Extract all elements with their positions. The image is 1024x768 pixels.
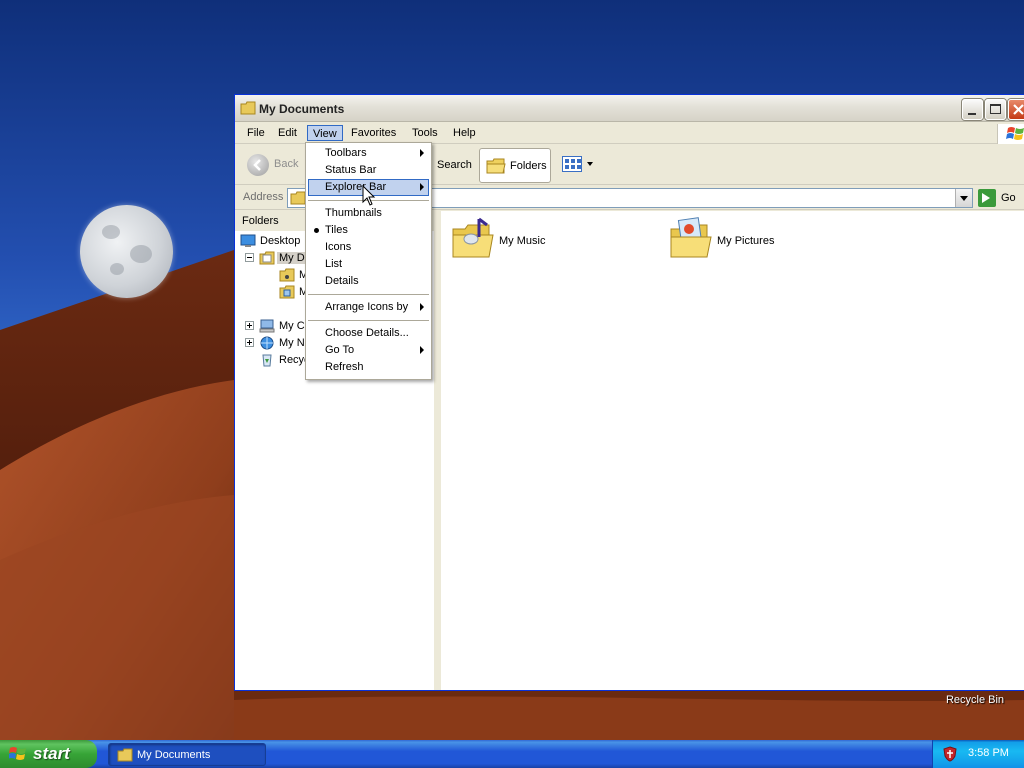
back-button[interactable]: Back bbox=[245, 153, 311, 177]
search-label: Search bbox=[437, 159, 472, 171]
menu-help[interactable]: Help bbox=[447, 126, 482, 142]
back-label: Back bbox=[274, 158, 299, 170]
my-documents-folder-icon bbox=[259, 251, 275, 265]
submenu-arrow-icon bbox=[420, 303, 424, 311]
address-dropdown-button[interactable] bbox=[955, 189, 972, 207]
clock: 3:58 PM bbox=[968, 747, 1009, 759]
go-button[interactable]: Go bbox=[977, 188, 1024, 208]
view-menu-dropdown: Toolbars Status Bar Explorer Bar Thumbna… bbox=[305, 142, 432, 380]
view-menu-refresh[interactable]: Refresh bbox=[308, 359, 429, 376]
start-button[interactable]: start bbox=[0, 740, 97, 768]
view-menu-toolbars[interactable]: Toolbars bbox=[308, 145, 429, 162]
desktop-icon bbox=[240, 234, 256, 247]
window-title: My Documents bbox=[259, 102, 345, 116]
view-menu-go-to[interactable]: Go To bbox=[308, 342, 429, 359]
menu-tools[interactable]: Tools bbox=[406, 126, 444, 142]
menu-favorites[interactable]: Favorites bbox=[345, 126, 402, 142]
back-arrow-icon bbox=[247, 154, 269, 176]
views-button[interactable] bbox=[560, 153, 594, 177]
windows-flag-icon bbox=[1006, 127, 1024, 140]
minimize-button[interactable] bbox=[962, 99, 983, 120]
view-menu-arrange-icons-by[interactable]: Arrange Icons by bbox=[308, 299, 429, 316]
close-button[interactable] bbox=[1008, 99, 1024, 120]
view-menu-icons[interactable]: Icons bbox=[308, 239, 429, 256]
security-shield-icon[interactable] bbox=[943, 746, 957, 762]
view-menu-status-bar[interactable]: Status Bar bbox=[308, 162, 429, 179]
view-menu-details[interactable]: Details bbox=[308, 273, 429, 290]
chevron-down-icon bbox=[960, 196, 968, 201]
submenu-arrow-icon bbox=[420, 346, 424, 354]
tile-label: My Pictures bbox=[717, 235, 775, 247]
title-bar[interactable]: My Documents bbox=[235, 95, 1024, 122]
menu-separator bbox=[308, 294, 429, 295]
folders-pane-title: Folders bbox=[242, 215, 279, 227]
start-label: start bbox=[33, 744, 70, 763]
taskbar-button-label: My Documents bbox=[137, 749, 211, 761]
view-menu-thumbnails[interactable]: Thumbnails bbox=[308, 205, 429, 222]
music-folder-icon bbox=[452, 217, 494, 258]
windows-logo bbox=[997, 124, 1024, 144]
go-label: Go bbox=[1001, 192, 1016, 204]
tree-collapse-button[interactable] bbox=[245, 253, 254, 262]
my-music-folder-icon bbox=[279, 268, 295, 282]
menu-separator bbox=[308, 320, 429, 321]
folder-icon bbox=[240, 101, 256, 115]
submenu-arrow-icon bbox=[420, 183, 424, 191]
tile-my-pictures[interactable]: My Pictures bbox=[667, 215, 867, 269]
tree-expand-button[interactable] bbox=[245, 338, 254, 347]
view-menu-tiles[interactable]: Tiles bbox=[308, 222, 429, 239]
menu-bar: File Edit View Favorites Tools Help bbox=[235, 123, 1024, 144]
content-pane: My Music My Pictures bbox=[441, 211, 1024, 690]
go-arrow-icon bbox=[978, 189, 996, 207]
folder-icon bbox=[486, 158, 506, 174]
menu-edit[interactable]: Edit bbox=[272, 126, 303, 142]
my-pictures-folder-icon bbox=[279, 285, 295, 299]
maximize-button[interactable] bbox=[985, 99, 1006, 120]
recycle-bin-icon bbox=[262, 354, 272, 367]
tile-label: My Music bbox=[499, 235, 546, 247]
folder-icon bbox=[290, 191, 306, 205]
folders-label: Folders bbox=[510, 160, 547, 172]
my-computer-icon bbox=[259, 319, 275, 333]
desktop-recycle-bin-label[interactable]: Recycle Bin bbox=[940, 694, 1010, 706]
views-icon bbox=[562, 156, 582, 172]
submenu-arrow-icon bbox=[420, 149, 424, 157]
close-icon bbox=[1013, 104, 1024, 115]
chevron-down-icon bbox=[587, 162, 593, 166]
system-tray: 3:58 PM bbox=[932, 740, 1024, 768]
pictures-folder-icon bbox=[670, 217, 712, 258]
windows-flag-icon bbox=[9, 747, 26, 760]
view-menu-choose-details[interactable]: Choose Details... bbox=[308, 325, 429, 342]
address-label: Address bbox=[243, 191, 284, 203]
folder-icon bbox=[117, 748, 133, 762]
menu-view[interactable]: View bbox=[307, 125, 343, 141]
moon-image bbox=[80, 205, 173, 298]
tree-expand-button[interactable] bbox=[245, 321, 254, 330]
taskbar-button-my-documents[interactable]: My Documents bbox=[108, 743, 266, 766]
my-network-places-icon bbox=[260, 336, 274, 350]
taskbar: start My Documents 3:58 PM bbox=[0, 740, 1024, 768]
mouse-cursor-icon bbox=[362, 185, 376, 206]
view-menu-list[interactable]: List bbox=[308, 256, 429, 273]
menu-file[interactable]: File bbox=[241, 126, 271, 142]
tile-my-music[interactable]: My Music bbox=[449, 215, 649, 269]
radio-bullet-icon bbox=[314, 228, 319, 233]
folders-button[interactable]: Folders bbox=[479, 148, 551, 183]
